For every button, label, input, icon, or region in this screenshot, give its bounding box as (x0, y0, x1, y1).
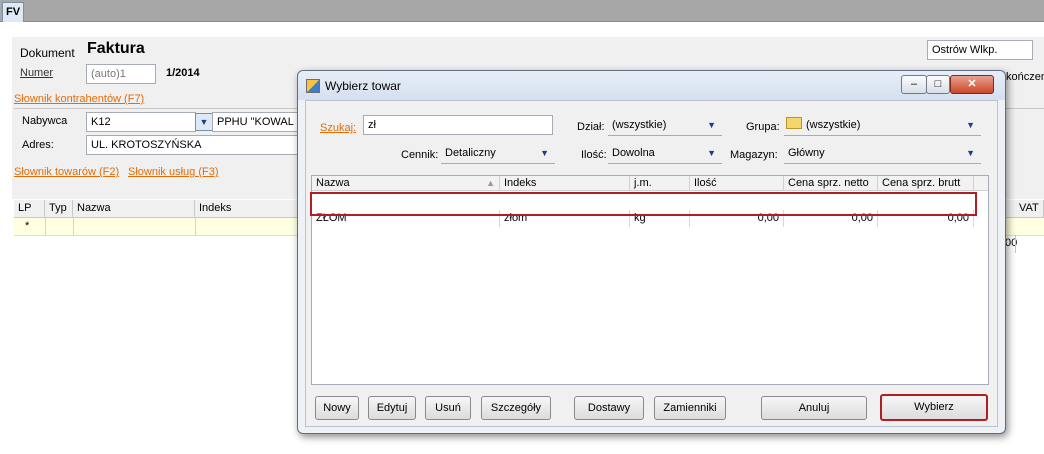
dialog-title: Wybierz towar (325, 79, 401, 93)
right-partial-label: kończen (1006, 71, 1044, 83)
cell-qty: 0,00 (690, 210, 784, 227)
grid-col-brutto[interactable]: Cena sprz. brutt (878, 176, 974, 191)
row-divider (45, 218, 46, 235)
buyer-dropdown-icon[interactable]: ▼ (195, 113, 213, 131)
folder-icon (786, 117, 802, 129)
pricelist-label: Cennik: (401, 149, 439, 161)
edit-button[interactable]: Edytuj (368, 396, 416, 420)
document-title: Faktura (87, 40, 145, 57)
select-button[interactable]: Wybierz (880, 394, 988, 421)
warehouse-value: Główny (788, 147, 825, 159)
table-row[interactable]: ZŁOM złom kg 0,00 0,00 0,00 (312, 192, 974, 227)
col-vat[interactable]: VAT (1015, 200, 1044, 217)
search-label[interactable]: Szukaj: (320, 122, 356, 134)
group-label: Grupa: (746, 121, 780, 133)
dept-combo[interactable]: (wszystkie) ▼ (608, 116, 722, 136)
col-nazwa[interactable]: Nazwa (73, 200, 195, 217)
maximize-icon[interactable]: □ (926, 75, 950, 94)
qty-value: Dowolna (612, 147, 655, 159)
grid-header-filler (974, 176, 988, 191)
qty-label: Ilość: (581, 149, 607, 161)
pricelist-dropdown-icon: ▼ (540, 148, 549, 158)
app-icon (306, 79, 320, 93)
cell-name: ZŁOM (312, 210, 500, 227)
grid-col-jm[interactable]: j.m. (630, 176, 690, 191)
pricelist-combo[interactable]: Detaliczny ▼ (441, 144, 555, 164)
warehouse-combo[interactable]: Główny ▼ (784, 144, 981, 164)
group-combo[interactable]: (wszystkie) ▼ (784, 116, 981, 136)
new-row-marker: * (25, 220, 30, 232)
address-label: Adres: (22, 139, 54, 151)
number-suffix: 1/2014 (166, 67, 200, 79)
cell-gross-price: 0,00 (878, 210, 974, 227)
tab-fv[interactable]: FV (2, 2, 24, 22)
grid-col-indeks[interactable]: Indeks (500, 176, 630, 191)
pricelist-value: Detaliczny (445, 147, 496, 159)
address-field[interactable]: UL. KROTOSZYŃSKA (86, 135, 302, 155)
dept-label: Dział: (577, 121, 605, 133)
buyer-code-value: K12 (91, 116, 111, 128)
row-divider (73, 218, 74, 235)
col-indeks[interactable]: Indeks (195, 200, 299, 217)
group-value: (wszystkie) (806, 119, 861, 131)
deliveries-button[interactable]: Dostawy (574, 396, 644, 420)
city-field[interactable]: Ostrów Wlkp. (927, 40, 1033, 60)
tab-bar (0, 0, 1044, 22)
select-goods-dialog: Wybierz towar – □ ✕ Szukaj: zł Dział: (w… (297, 70, 1006, 434)
col-lp[interactable]: LP (14, 200, 45, 217)
delete-button[interactable]: Usuń (425, 396, 471, 420)
contractor-dictionary-link[interactable]: Słownik kontrahentów (F7) (14, 93, 144, 105)
goods-grid: Nazwa ▲ Indeks j.m. Ilość Cena sprz. nett… (310, 175, 989, 385)
close-icon[interactable]: ✕ (950, 75, 994, 94)
dialog-titlebar: Wybierz towar – □ ✕ (298, 71, 1005, 100)
cancel-button[interactable]: Anuluj (761, 396, 867, 420)
warehouse-label: Magazyn: (730, 149, 778, 161)
dept-dropdown-icon: ▼ (707, 120, 716, 130)
number-field[interactable]: (auto)1 (86, 64, 156, 84)
substitutes-button[interactable]: Zamienniki (654, 396, 726, 420)
qty-dropdown-icon: ▼ (707, 148, 716, 158)
number-link[interactable]: Numer (20, 67, 53, 79)
warehouse-dropdown-icon: ▼ (966, 148, 975, 158)
search-input[interactable]: zł (363, 115, 553, 135)
items-vat-cell (1015, 235, 1044, 253)
dept-value: (wszystkie) (612, 119, 667, 131)
col-typ[interactable]: Typ (45, 200, 73, 217)
buyer-label: Nabywca (22, 115, 68, 127)
grid-col-nazwa-label: Nazwa (316, 177, 350, 189)
row-divider (195, 218, 196, 235)
goods-dictionary-link[interactable]: Słownik towarów (F2) (14, 166, 119, 178)
services-dictionary-link[interactable]: Słownik usług (F3) (128, 166, 218, 178)
minimize-icon[interactable]: – (901, 75, 927, 94)
grid-col-netto[interactable]: Cena sprz. netto (784, 176, 878, 191)
cell-index: złom (500, 210, 630, 227)
grid-col-ilosc[interactable]: Ilość (690, 176, 784, 191)
cell-net-price: 0,00 (784, 210, 878, 227)
cell-unit: kg (630, 210, 690, 227)
buyer-code-combo[interactable]: K12 (86, 112, 196, 132)
buyer-name-field[interactable]: PPHU "KOWAL (212, 112, 302, 132)
details-button[interactable]: Szczegóły (481, 396, 551, 420)
sort-asc-icon: ▲ (486, 178, 495, 188)
new-button[interactable]: Nowy (315, 396, 359, 420)
group-dropdown-icon: ▼ (966, 120, 975, 130)
qty-combo[interactable]: Dowolna ▼ (608, 144, 722, 164)
document-label: Dokument (20, 46, 75, 60)
grid-col-nazwa[interactable]: Nazwa ▲ (312, 176, 500, 191)
